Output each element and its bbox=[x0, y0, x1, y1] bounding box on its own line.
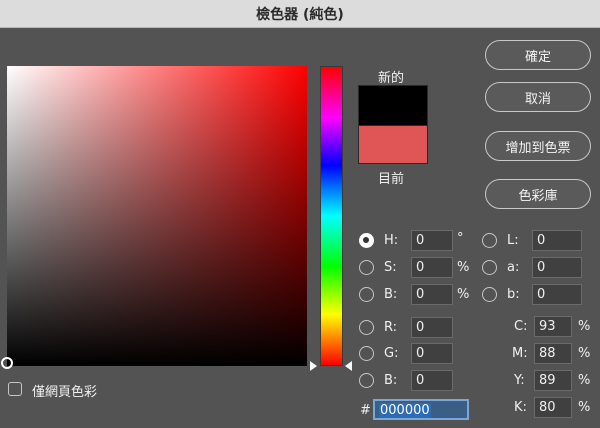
cyan-label: C: bbox=[514, 319, 528, 334]
hex-value: 000000 bbox=[379, 403, 431, 418]
brightness-label: B: bbox=[384, 287, 398, 302]
current-color-label: 目前 bbox=[378, 172, 405, 187]
lab-a-label: a: bbox=[507, 260, 520, 275]
red-input[interactable]: 0 bbox=[411, 317, 453, 338]
color-field[interactable] bbox=[7, 66, 307, 366]
cyan-unit: % bbox=[578, 319, 591, 334]
hex-label: # bbox=[360, 403, 371, 418]
brightness-unit: % bbox=[457, 287, 470, 302]
lab-l-input[interactable]: 0 bbox=[532, 230, 582, 251]
web-colors-only-label: 僅網頁色彩 bbox=[32, 385, 98, 400]
yellow-input[interactable]: 89 bbox=[534, 370, 572, 391]
ok-button[interactable]: 確定 bbox=[485, 40, 591, 70]
magenta-unit: % bbox=[578, 346, 591, 361]
current-color-swatch[interactable] bbox=[358, 126, 428, 164]
cancel-button[interactable]: 取消 bbox=[485, 82, 591, 112]
radio-lab-b[interactable] bbox=[482, 287, 497, 302]
color-libraries-button[interactable]: 色彩庫 bbox=[485, 179, 591, 209]
blue-input[interactable]: 0 bbox=[411, 370, 453, 391]
radio-blue[interactable] bbox=[359, 373, 374, 388]
hue-slider-right-arrow-icon[interactable] bbox=[345, 361, 352, 371]
green-input[interactable]: 0 bbox=[411, 343, 453, 364]
brightness-input[interactable]: 0 bbox=[411, 284, 453, 305]
add-to-swatches-button[interactable]: 增加到色票 bbox=[485, 131, 591, 161]
radio-hue[interactable] bbox=[359, 233, 374, 248]
hue-label: H: bbox=[384, 233, 399, 248]
web-colors-only-checkbox[interactable] bbox=[8, 382, 22, 396]
new-color-swatch bbox=[358, 85, 428, 126]
lab-b-label: b: bbox=[507, 287, 520, 302]
radio-saturation[interactable] bbox=[359, 260, 374, 275]
new-color-label: 新的 bbox=[378, 71, 405, 86]
radio-red[interactable] bbox=[359, 320, 374, 335]
magenta-label: M: bbox=[512, 346, 528, 361]
radio-green[interactable] bbox=[359, 346, 374, 361]
cyan-input[interactable]: 93 bbox=[534, 316, 572, 337]
black-label: K: bbox=[514, 400, 527, 415]
saturation-label: S: bbox=[384, 260, 397, 275]
black-unit: % bbox=[578, 400, 591, 415]
radio-brightness[interactable] bbox=[359, 287, 374, 302]
lab-l-label: L: bbox=[507, 233, 519, 248]
hue-slider[interactable] bbox=[320, 66, 343, 366]
hex-input[interactable]: 000000 bbox=[373, 399, 469, 420]
saturation-input[interactable]: 0 bbox=[411, 257, 453, 278]
title-bar: 檢色器 (純色) bbox=[0, 0, 600, 28]
lab-b-input[interactable]: 0 bbox=[532, 284, 582, 305]
window-title: 檢色器 (純色) bbox=[256, 6, 344, 23]
blue-label: B: bbox=[384, 373, 398, 388]
hue-input[interactable]: 0 bbox=[411, 230, 453, 251]
green-label: G: bbox=[384, 346, 399, 361]
hue-unit: ° bbox=[457, 231, 464, 246]
magenta-input[interactable]: 88 bbox=[534, 343, 572, 364]
saturation-unit: % bbox=[457, 260, 470, 275]
hue-slider-left-arrow-icon[interactable] bbox=[310, 361, 317, 371]
color-field-marker[interactable] bbox=[1, 357, 13, 369]
yellow-label: Y: bbox=[514, 373, 525, 388]
lab-a-input[interactable]: 0 bbox=[532, 257, 582, 278]
black-input[interactable]: 80 bbox=[534, 397, 572, 418]
red-label: R: bbox=[384, 320, 398, 335]
radio-lab-a[interactable] bbox=[482, 260, 497, 275]
radio-lab-l[interactable] bbox=[482, 233, 497, 248]
yellow-unit: % bbox=[578, 373, 591, 388]
